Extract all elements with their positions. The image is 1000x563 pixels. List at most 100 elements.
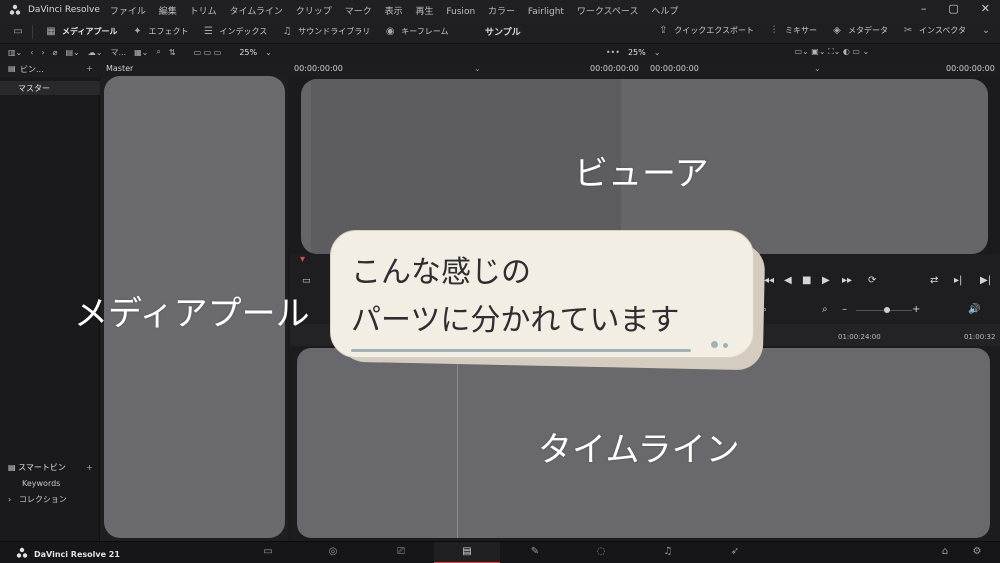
loop-icon[interactable]: ⟳ [868, 275, 876, 286]
home-icon[interactable]: ⌂ [938, 546, 952, 558]
menu-edit[interactable]: 編集 [159, 7, 177, 17]
page-edit-icon[interactable]: ▤ [460, 546, 474, 558]
add-bin-icon[interactable]: + [86, 64, 93, 73]
add-smart-bin-icon[interactable]: + [86, 460, 93, 476]
page-cut-icon[interactable]: ◎ [326, 546, 340, 558]
collections-label: コレクション [18, 495, 67, 504]
index-button[interactable]: ☰ インデックス [202, 26, 267, 38]
menu-clip[interactable]: クリップ [296, 7, 332, 17]
sound-library-icon: ♫ [282, 26, 292, 37]
page-cut-tape-icon[interactable]: ⎚ [394, 546, 408, 558]
menu-fairlight[interactable]: Fairlight [528, 7, 564, 17]
viewer-mode-icon[interactable]: ▭⌄ ▣⌄ ⛶⌄ ◐ ▭ ⌄ [794, 47, 869, 57]
zoom-minus-icon[interactable]: – [842, 304, 847, 315]
playhead-line[interactable] [457, 348, 458, 538]
mixer-label: ミキサー [785, 25, 818, 35]
fullscreen-icon[interactable]: ▶| [980, 275, 991, 286]
metadata-icon: ◈ [833, 24, 841, 36]
viewer-overlay-label: ビューア [574, 154, 709, 194]
more-options-icon[interactable]: ••• [606, 48, 620, 57]
menu-workspace[interactable]: ワークスペース [577, 7, 639, 17]
effects-label: エフェクト [148, 27, 189, 36]
source-zoom-chevron-icon[interactable]: ⌄ [265, 48, 272, 57]
source-chevron-icon[interactable]: ⌄ [474, 64, 481, 73]
monitor-button[interactable]: ▭ [12, 26, 24, 38]
menu-timeline[interactable]: タイムライン [230, 7, 283, 17]
bin-mode-select[interactable]: マ... [110, 47, 126, 58]
jump-back-icon[interactable]: ◂◂ [764, 275, 774, 286]
metadata-button[interactable]: ◈ メタデータ [831, 24, 888, 36]
link-icon[interactable]: ⌀ [53, 48, 58, 57]
zoom-slider-handle[interactable] [884, 307, 890, 313]
ruler-tick-label: 01:00:24:00 [838, 333, 881, 341]
next-edit-icon[interactable]: ▸| [954, 275, 962, 286]
smart-bin-collections[interactable]: › コレクション [0, 492, 100, 508]
program-zoom-chevron-icon[interactable]: ⌄ [654, 48, 661, 57]
smart-bins-header[interactable]: ▤ スマートビン + [0, 460, 100, 476]
close-icon[interactable]: ✕ [981, 2, 990, 15]
effects-button[interactable]: ✦ エフェクト [131, 26, 188, 38]
menu-view[interactable]: 表示 [385, 7, 403, 17]
mixer-button[interactable]: ⫶ ミキサー [768, 24, 817, 36]
note-line-1: こんな感じの [351, 255, 531, 290]
keyframe-button[interactable]: ◉ キーフレーム [384, 26, 449, 38]
settings-gear-icon[interactable]: ⚙ [970, 546, 984, 558]
media-pool-icon: ▦ [46, 26, 56, 37]
back-icon[interactable]: ‹ [30, 48, 33, 57]
page-fusion-icon[interactable]: ✎ [528, 546, 542, 558]
menu-color[interactable]: カラー [488, 7, 515, 17]
program-chevron-icon[interactable]: ⌄ [814, 64, 821, 73]
menu-playback[interactable]: 再生 [415, 7, 433, 17]
program-zoom-select[interactable]: 25% [628, 48, 646, 57]
clip-view-icon[interactable]: ▭ ▭ ▭ [194, 48, 222, 57]
stop-icon[interactable]: ■ [802, 275, 811, 286]
davinci-logo-icon [8, 3, 22, 17]
match-frame-icon[interactable]: ⇄ [930, 275, 938, 286]
zoom-plus-icon[interactable]: + [912, 304, 920, 315]
minimize-icon[interactable]: – [921, 2, 927, 15]
menu-trim[interactable]: トリム [190, 7, 217, 17]
program-timecode-right: 00:00:00:00 [946, 64, 995, 73]
source-zoom-select[interactable]: 25% [239, 48, 257, 57]
bin-item-master[interactable]: マスター [0, 81, 100, 95]
menu-help[interactable]: ヘルプ [651, 7, 678, 17]
menu-file[interactable]: ファイル [110, 7, 146, 17]
panel-toggle-icon[interactable]: ▥⌄ [8, 48, 22, 57]
secondary-toolbar: ▥⌄ ‹ › ⌀ ▤⌄ ☁⌄ マ... ▦⌄ ⌕ ⇅ ▭ ▭ ▭ 25% ⌄ •… [0, 44, 1000, 60]
page-media-icon[interactable]: ▭ [261, 546, 275, 558]
app-name: DaVinci Resolve [28, 5, 100, 15]
volume-icon[interactable]: 🔊 [968, 304, 980, 315]
clip-view-toggle-icon[interactable]: ▭ [302, 276, 311, 286]
sort-order-icon[interactable]: ⇅ [169, 48, 176, 57]
zoom-in-search-icon[interactable]: ⌕ [822, 304, 828, 315]
menu-mark[interactable]: マーク [345, 7, 372, 17]
grid-view-icon[interactable]: ▦⌄ [134, 48, 148, 57]
jump-forward-icon[interactable]: ▸▸ [842, 275, 852, 286]
page-color-icon[interactable]: ◌ [594, 546, 608, 558]
cloud-icon[interactable]: ☁⌄ [88, 48, 103, 57]
source-timecode-right: 00:00:00:00 [590, 64, 639, 73]
menu-fusion[interactable]: Fusion [446, 7, 475, 17]
maximize-icon[interactable]: ▢ [948, 2, 958, 15]
page-deliver-icon[interactable]: ➶ [728, 546, 742, 558]
quick-export-button[interactable]: ⇪ クイックエクスポート [657, 24, 754, 36]
sound-library-button[interactable]: ♫ サウンドライブラリ [281, 26, 370, 38]
master-label: Master [106, 64, 134, 73]
inspector-button[interactable]: ✂ インスペクタ [902, 24, 966, 36]
note-dot [723, 343, 728, 348]
forward-icon[interactable]: › [41, 48, 44, 57]
play-icon[interactable]: ▶ [822, 275, 830, 286]
inspector-icon: ✂ [903, 24, 913, 36]
reverse-play-icon[interactable]: ◀ [784, 275, 792, 286]
export-icon: ⇪ [659, 24, 668, 36]
smart-bin-keywords[interactable]: Keywords [0, 476, 100, 492]
playhead-marker-icon[interactable]: ▾ [300, 254, 305, 265]
page-navigation-bar: DaVinci Resolve 21 ▭ ◎ ⎚ ▤ ✎ ◌ ♫ ➶ ⌂ ⚙ [0, 541, 1000, 563]
page-fairlight-icon[interactable]: ♫ [661, 546, 675, 558]
media-pool-button[interactable]: ▦ メディアプール [45, 26, 117, 38]
sort-icon[interactable]: ▤⌄ [66, 48, 80, 57]
expand-icon[interactable]: ⌄ [980, 24, 992, 36]
search-icon[interactable]: ⌕ [156, 47, 160, 57]
media-pool-overlay-label: メディアプール [74, 294, 310, 334]
quick-export-label: クイックエクスポート [674, 25, 755, 35]
